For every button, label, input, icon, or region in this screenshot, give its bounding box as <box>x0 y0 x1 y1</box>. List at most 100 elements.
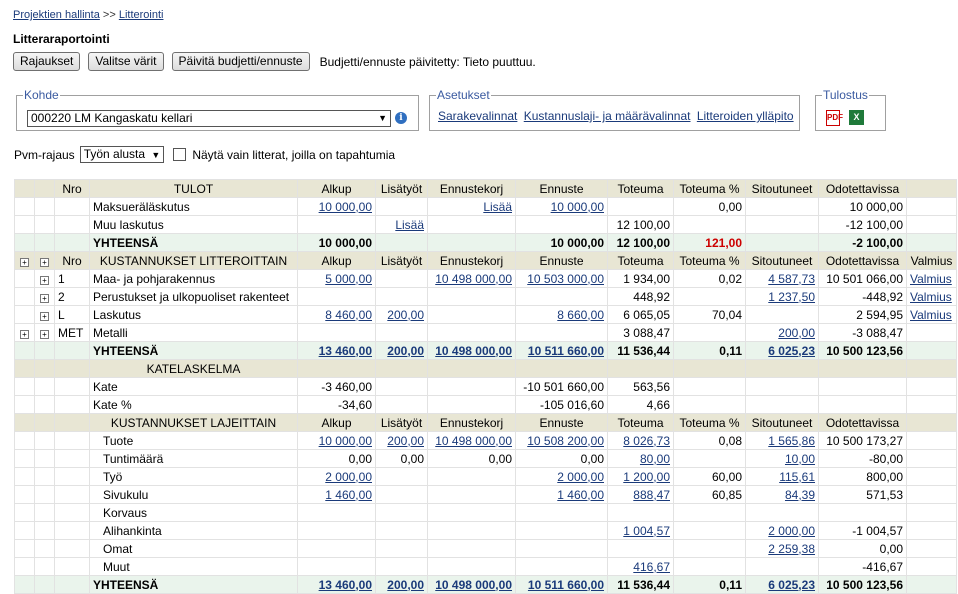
value-link[interactable]: 888,47 <box>633 488 670 502</box>
show-only-active-checkbox[interactable] <box>173 148 187 161</box>
value-link[interactable]: Lisää <box>483 200 512 214</box>
value-link[interactable]: 10 503 000,00 <box>527 272 604 286</box>
value-link[interactable]: 13 460,00 <box>319 344 372 358</box>
expand-icon[interactable]: + <box>40 329 49 339</box>
value-link[interactable]: 13 460,00 <box>319 578 372 592</box>
expand-icon[interactable]: + <box>20 329 29 339</box>
value-link[interactable]: Lisää <box>395 218 424 232</box>
table-cell: Ennustekorj <box>427 179 516 198</box>
value-link[interactable]: 80,00 <box>640 452 670 466</box>
value-link[interactable]: 2 000,00 <box>768 524 815 538</box>
table-cell: 5 000,00 <box>297 269 376 288</box>
value-link[interactable]: 10 498 000,00 <box>435 578 512 592</box>
value-link[interactable]: 115,61 <box>779 470 815 484</box>
table-cell: 8 026,73 <box>607 431 674 450</box>
value-link[interactable]: 2 000,00 <box>325 470 372 484</box>
table-cell <box>297 557 376 576</box>
value-link[interactable]: 1 004,57 <box>623 524 670 538</box>
pdf-icon[interactable]: PDF <box>826 110 843 126</box>
sarakevalinnat-link[interactable]: Sarakevalinnat <box>438 109 517 123</box>
value-link[interactable]: Valmius <box>910 272 952 286</box>
value-link[interactable]: 416,67 <box>633 560 670 574</box>
excel-icon[interactable]: X <box>849 110 864 125</box>
value-link[interactable]: 200,00 <box>387 578 424 592</box>
value-link[interactable]: 200,00 <box>387 344 424 358</box>
table-cell <box>673 215 746 234</box>
table-cell: 12 100,00 <box>607 233 674 252</box>
value-link[interactable]: 1 460,00 <box>325 488 372 502</box>
value-link[interactable]: Valmius <box>910 290 952 304</box>
table-row: Alihankinta 1 004,57 2 000,00 -1 004,57 <box>14 521 957 540</box>
table-cell <box>906 179 957 198</box>
valitse-varit-button[interactable]: Valitse värit <box>88 52 164 71</box>
value-link[interactable]: Valmius <box>910 308 952 322</box>
info-icon[interactable]: i <box>395 112 407 124</box>
paivita-budjetti-button[interactable]: Päivitä budjetti/ennuste <box>171 52 310 71</box>
value-link[interactable]: 84,39 <box>785 488 815 502</box>
value-link[interactable]: 8 660,00 <box>557 308 604 322</box>
budget-status-text: Budjetti/ennuste päivitetty: Tieto puutt… <box>319 54 536 69</box>
value-link[interactable]: 6 025,23 <box>768 578 815 592</box>
table-cell <box>515 557 608 576</box>
table-cell <box>745 557 819 576</box>
table-cell: -12 100,00 <box>818 215 907 234</box>
value-link[interactable]: 10 498 000,00 <box>435 272 512 286</box>
row-name: KUSTANNUKSET LITTEROITTAIN <box>89 251 298 270</box>
breadcrumb-litterointi[interactable]: Litterointi <box>119 9 164 21</box>
litteroiden-yllapito-link[interactable]: Litteroiden ylläpito <box>697 109 794 123</box>
value-link[interactable]: 2 259,38 <box>768 542 815 556</box>
row-name: Kate % <box>89 395 298 414</box>
value-link[interactable]: 8 026,73 <box>623 434 670 448</box>
table-cell: 10 000,00 <box>297 431 376 450</box>
expand-icon[interactable]: + <box>40 257 49 267</box>
table-cell <box>375 377 428 396</box>
table-cell <box>515 359 608 378</box>
expand-icon[interactable]: + <box>40 293 49 303</box>
value-link[interactable]: 10 508 200,00 <box>527 434 604 448</box>
value-link[interactable]: 8 460,00 <box>325 308 372 322</box>
table-row: Tuntimäärä 0,00 0,00 0,00 0,00 80,00 10,00 -80,… <box>14 449 957 468</box>
value-link[interactable]: 10 000,00 <box>551 200 604 214</box>
value-link[interactable]: 1 565,86 <box>768 434 815 448</box>
value-link[interactable]: 200,00 <box>778 326 815 340</box>
expand-cell <box>14 575 35 594</box>
value-link[interactable]: 200,00 <box>387 434 424 448</box>
table-cell <box>607 197 674 216</box>
pvm-rajaus-select[interactable]: Työn alusta ▼ <box>79 146 165 163</box>
table-cell <box>906 557 957 576</box>
table-cell <box>375 269 428 288</box>
expand-cell <box>14 341 35 360</box>
value-link[interactable]: 10 000,00 <box>319 434 372 448</box>
value-link[interactable]: 10 498 000,00 <box>435 434 512 448</box>
breadcrumb-projektien-hallinta[interactable]: Projektien hallinta <box>13 9 100 21</box>
value-link[interactable]: 10 498 000,00 <box>435 344 512 358</box>
expand-icon[interactable]: + <box>20 257 29 267</box>
kustannuslaji-link[interactable]: Kustannuslaji- ja määrävalinnat <box>524 109 691 123</box>
value-link[interactable]: 10 000,00 <box>319 200 372 214</box>
kohde-select[interactable]: 000220 LM Kangaskatu kellari ▼ <box>27 110 391 127</box>
value-link[interactable]: 10 511 660,00 <box>528 578 604 592</box>
value-link[interactable]: 10,00 <box>785 452 815 466</box>
value-link[interactable]: 200,00 <box>387 308 424 322</box>
expand-cell <box>14 305 35 324</box>
table-cell: 1 460,00 <box>515 485 608 504</box>
value-link[interactable]: 2 000,00 <box>557 470 604 484</box>
expand-icon[interactable]: + <box>40 311 49 321</box>
row-number <box>54 233 90 252</box>
table-cell <box>375 503 428 522</box>
rajaukset-button[interactable]: Rajaukset <box>13 52 81 71</box>
row-number <box>54 413 90 432</box>
value-link[interactable]: 5 000,00 <box>325 272 372 286</box>
value-link[interactable]: 6 025,23 <box>768 344 815 358</box>
asetukset-legend: Asetukset <box>437 88 490 102</box>
value-link[interactable]: 1 200,00 <box>623 470 670 484</box>
value-link[interactable]: 1 237,50 <box>768 290 815 304</box>
value-link[interactable]: 10 511 660,00 <box>528 344 604 358</box>
row-name: YHTEENSÄ <box>89 233 298 252</box>
expand-icon[interactable]: + <box>40 275 49 285</box>
value-link[interactable]: 1 460,00 <box>557 488 604 502</box>
table-cell: 80,00 <box>607 449 674 468</box>
table-cell <box>375 197 428 216</box>
value-link[interactable]: 4 587,73 <box>768 272 815 286</box>
table-cell <box>906 413 957 432</box>
